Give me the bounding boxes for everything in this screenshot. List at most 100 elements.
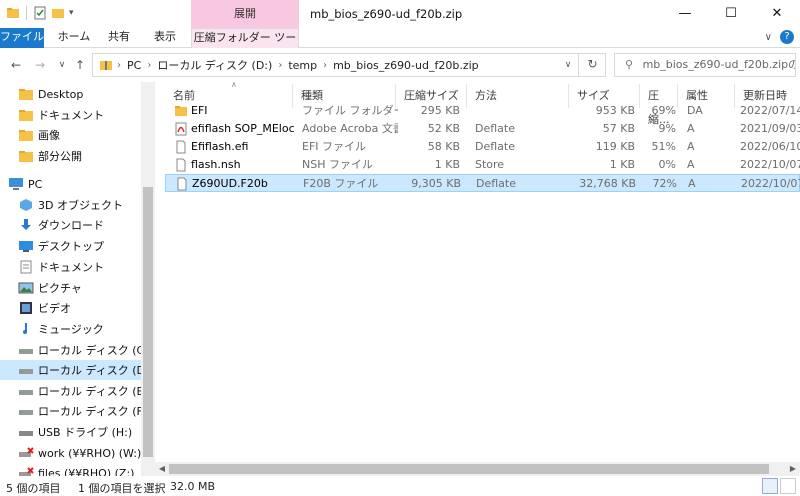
cell-ratio: 72%: [652, 177, 677, 190]
nav-item[interactable]: Desktop: [0, 84, 141, 104]
nav-item[interactable]: ローカル ディスク (E:): [0, 381, 151, 401]
tab-view[interactable]: 表示: [142, 28, 188, 48]
expand-ribbon-icon[interactable]: ∨: [765, 32, 772, 43]
customize-qat-icon[interactable]: ▾: [69, 8, 74, 18]
nav-item-label: 画像: [38, 129, 60, 142]
music-icon: [18, 322, 34, 336]
refresh-button[interactable]: ↻: [578, 53, 606, 77]
help-icon[interactable]: ?: [780, 30, 794, 44]
window-title: mb_bios_z690-ud_f20b.zip: [310, 7, 463, 21]
drive-icon: [18, 384, 34, 398]
nav-item-label: 3D オブジェクト: [38, 199, 123, 212]
address-bar[interactable]: › PC › ローカル ディスク (D:) › temp › mb_bios_z…: [92, 53, 606, 77]
cell-date: 2022/06/10 1: [740, 140, 800, 153]
nav-item-label: ビデオ: [38, 302, 71, 315]
scroll-left-icon[interactable]: ◀: [155, 462, 169, 476]
navigation-pane[interactable]: Desktop ドキュメント 画像 部分公開 PC 3D オブジェクト ダウンロード デスクト…: [0, 82, 155, 476]
new-folder-icon[interactable]: [51, 6, 65, 20]
table-row[interactable]: flash.nsh NSH ファイル 1 KB Store 1 KB 0% A 2022/10…: [165, 156, 800, 174]
scroll-right-icon[interactable]: ▶: [786, 462, 800, 476]
breadcrumb-temp[interactable]: temp: [288, 59, 317, 72]
horizontal-scrollbar-thumb[interactable]: [169, 464, 769, 474]
recent-locations-button[interactable]: ∨: [52, 56, 72, 74]
download-icon: [18, 218, 34, 232]
nav-item[interactable]: USB ドライブ (H:): [0, 422, 141, 442]
large-icons-view-icon[interactable]: [780, 478, 796, 494]
cell-size: 1 KB: [609, 158, 635, 171]
nav-item-label: USB ドライブ (H:): [38, 426, 133, 439]
breadcrumb-pc[interactable]: PC: [127, 59, 141, 72]
nav-scrollbar-thumb[interactable]: [143, 187, 153, 457]
divider: [26, 6, 27, 20]
tab-home[interactable]: ホーム: [50, 28, 98, 48]
documents-icon: [18, 260, 34, 274]
file-icon: [174, 158, 188, 172]
cell-name: Efiflash.efi: [191, 140, 249, 153]
nav-item[interactable]: ピクチャ: [0, 278, 141, 298]
nav-item[interactable]: ドキュメント: [0, 257, 141, 277]
nav-item-label: ミュージック: [38, 323, 104, 336]
tab-file[interactable]: ファイル: [0, 28, 44, 48]
network-drive-disconnected-icon: [18, 466, 34, 476]
nav-scrollbar[interactable]: [141, 82, 155, 476]
cell-date: 2022/10/07 1: [740, 158, 800, 171]
breadcrumb-drive-d[interactable]: ローカル ディスク (D:): [157, 57, 272, 73]
tab-compressed-folder-tools[interactable]: 圧縮フォルダー ツール: [191, 28, 299, 62]
maximize-button[interactable]: ☐: [708, 0, 754, 28]
address-dropdown-button[interactable]: ∨: [559, 54, 577, 76]
nav-item[interactable]: 画像: [0, 125, 141, 145]
nav-item[interactable]: 部分公開: [0, 146, 141, 166]
nav-item[interactable]: 3D オブジェクト: [0, 195, 141, 215]
table-row[interactable]: Z690UD.F20b F20B ファイル 9,305 KB Deflate 32,76…: [165, 174, 800, 192]
nav-item[interactable]: ローカル ディスク (F:): [0, 401, 150, 421]
pictures-icon: [18, 281, 34, 295]
nav-item[interactable]: ドキュメント: [0, 105, 141, 125]
network-drive-disconnected-icon: [18, 446, 34, 460]
usb-drive-icon: [18, 425, 34, 439]
up-button[interactable]: ↑: [70, 56, 90, 74]
nav-item[interactable]: ビデオ: [0, 298, 141, 318]
pdf-icon: [174, 122, 188, 136]
cell-method: Store: [475, 158, 505, 171]
minimize-button[interactable]: —: [662, 0, 708, 28]
cell-type: NSH ファイル: [302, 158, 373, 171]
title-bar: ▾ 展開 mb_bios_z690-ud_f20b.zip — ☐ ✕: [0, 0, 800, 28]
context-tab-header: 展開: [191, 0, 299, 28]
breadcrumb-zip[interactable]: mb_bios_z690-ud_f20b.zip: [333, 59, 479, 72]
forward-button[interactable]: →: [30, 56, 50, 74]
table-row[interactable]: EFI ファイル フォルダー 295 KB 953 KB 69% DA 2022/07/14…: [165, 102, 800, 120]
folder-pinned-icon: [18, 149, 34, 163]
cell-type: ファイル フォルダー: [302, 104, 398, 117]
selection-size: 32.0 MB: [170, 480, 216, 493]
cell-name: EFI: [191, 104, 208, 117]
nav-item[interactable]: PC: [0, 174, 141, 194]
back-button[interactable]: ←: [6, 56, 26, 74]
cell-ratio: 9%: [658, 122, 676, 135]
nav-item-label: ローカル ディスク (E:): [38, 385, 152, 398]
nav-item[interactable]: ローカル ディスク (C:): [0, 340, 152, 360]
drive-icon: [18, 363, 34, 377]
nav-item-label: ピクチャ: [38, 282, 82, 295]
desktop-icon: [18, 239, 34, 253]
nav-item[interactable]: ローカル ディスク (D:): [0, 360, 153, 380]
nav-item[interactable]: ミュージック: [0, 319, 141, 339]
pc-icon: [8, 177, 24, 191]
quick-access-toolbar: ▾: [6, 6, 74, 20]
table-row[interactable]: Efiflash.efi EFI ファイル 58 KB Deflate 119 KB 51…: [165, 138, 800, 156]
cell-attr: A: [687, 140, 695, 153]
nav-item[interactable]: ダウンロード: [0, 215, 141, 235]
table-row[interactable]: efiflash SOP_MEloc... Adobe Acroba 文書 52 K…: [165, 120, 800, 138]
file-icon: [174, 140, 188, 154]
nav-item-label: ローカル ディスク (D:): [38, 364, 153, 377]
horizontal-scrollbar[interactable]: ◀ ▶: [155, 462, 800, 476]
search-input[interactable]: ⚲ mb_bios_z690-ud_f20b.zipの...: [614, 53, 796, 77]
nav-item[interactable]: work (¥¥RHO) (W:): [0, 443, 141, 463]
tab-share[interactable]: 共有: [100, 28, 138, 48]
nav-item[interactable]: デスクトップ: [0, 236, 141, 256]
details-view-icon[interactable]: [762, 478, 778, 494]
cell-attr: A: [687, 158, 695, 171]
nav-item-label: ドキュメント: [38, 109, 104, 122]
close-button[interactable]: ✕: [754, 0, 800, 28]
properties-icon[interactable]: [33, 6, 47, 20]
nav-item[interactable]: files (¥¥RHO) (Z:): [0, 463, 141, 476]
